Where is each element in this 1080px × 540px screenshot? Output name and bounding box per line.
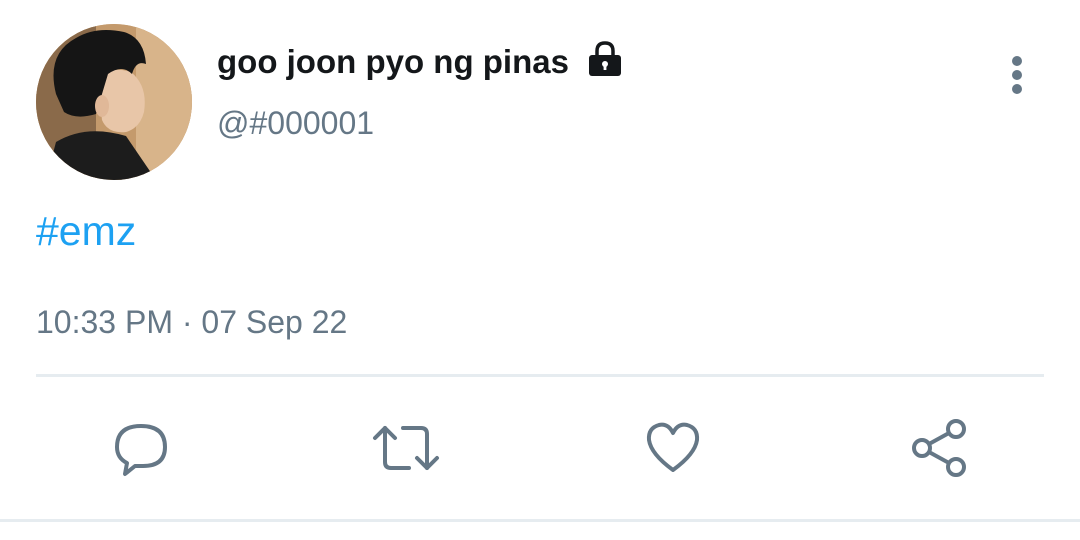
avatar[interactable] bbox=[36, 24, 192, 180]
retweet-icon bbox=[373, 426, 439, 470]
avatar-image bbox=[36, 24, 192, 180]
retweet-button[interactable] bbox=[370, 412, 442, 484]
lock-icon bbox=[586, 40, 624, 78]
heart-icon bbox=[646, 422, 700, 472]
reply-icon bbox=[115, 424, 167, 476]
like-button[interactable] bbox=[637, 412, 709, 484]
more-vertical-icon bbox=[1012, 56, 1022, 94]
user-handle[interactable]: @#000001 bbox=[217, 103, 374, 143]
tweet-detail: goo joon pyo ng pinas @#000001 #emz 10:3… bbox=[0, 0, 1080, 540]
bottom-divider bbox=[0, 519, 1080, 522]
display-name[interactable]: goo joon pyo ng pinas bbox=[217, 42, 569, 82]
hashtag-link[interactable]: #emz bbox=[36, 207, 136, 255]
share-icon bbox=[912, 419, 966, 477]
reply-button[interactable] bbox=[105, 412, 177, 484]
more-options-button[interactable] bbox=[996, 50, 1038, 100]
tweet-timestamp[interactable]: 10:33 PM · 07 Sep 22 bbox=[36, 302, 347, 342]
share-button[interactable] bbox=[903, 412, 975, 484]
divider bbox=[36, 374, 1044, 377]
action-bar bbox=[0, 412, 1080, 484]
